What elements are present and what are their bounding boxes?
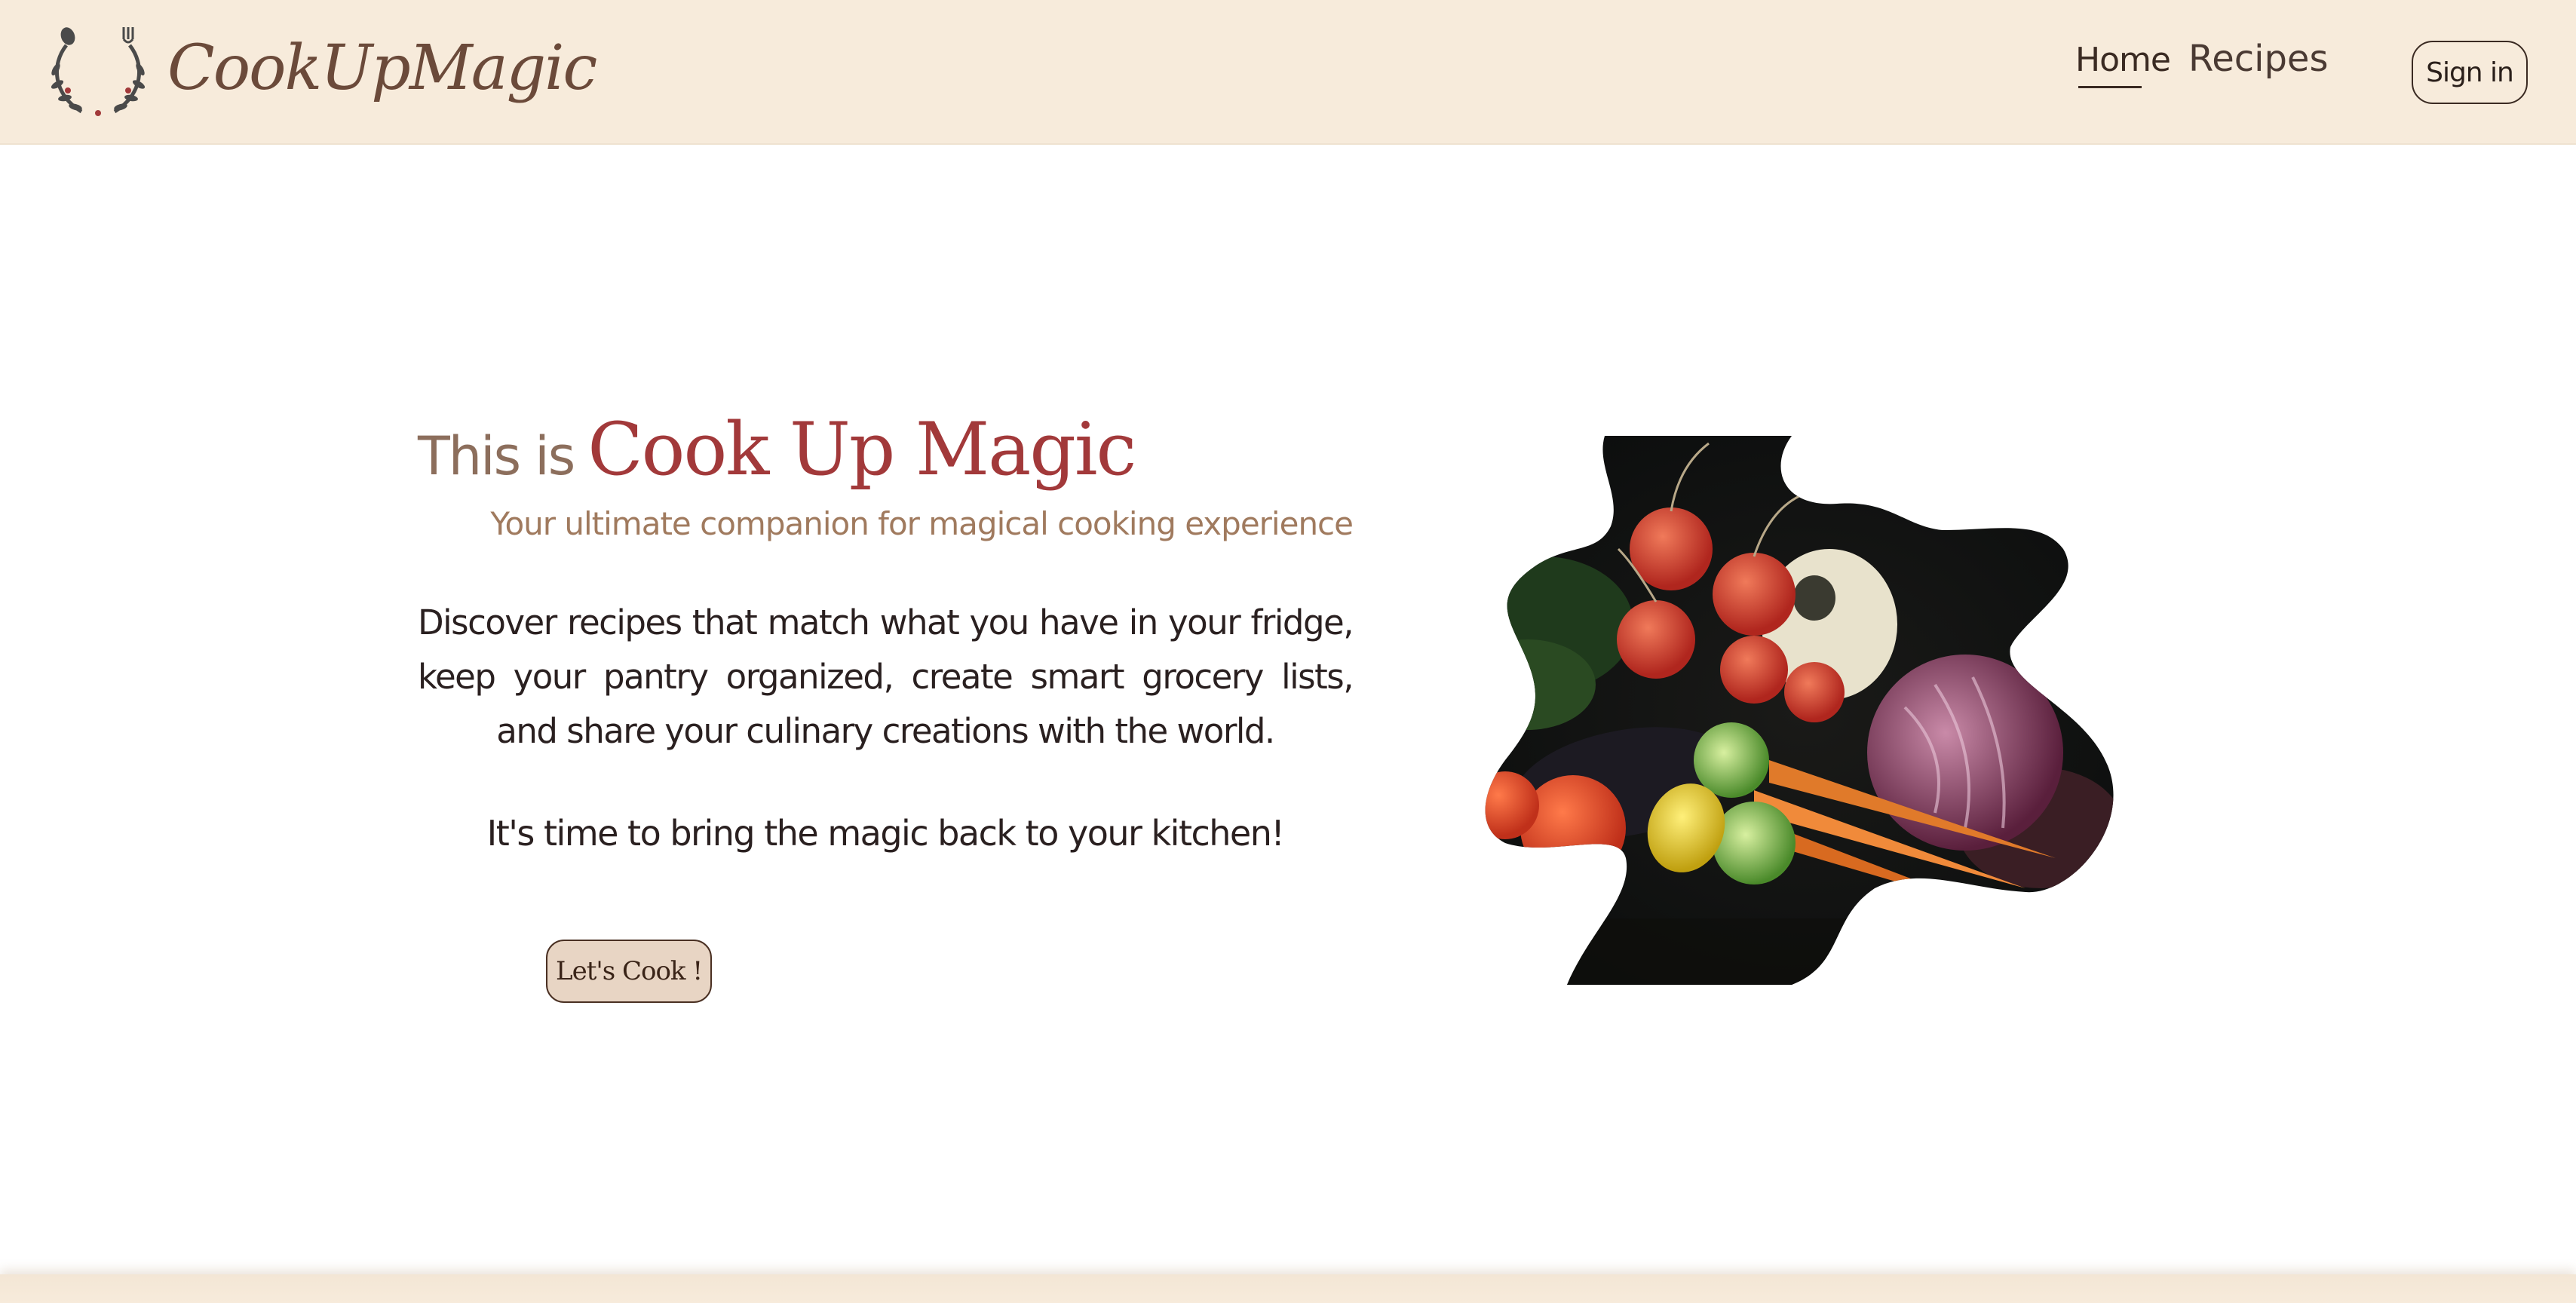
hero-title-brand: Cook Up Magic — [587, 407, 1136, 492]
brand-name[interactable]: CookUpMagic — [167, 20, 597, 118]
nav-recipes-link[interactable]: Recipes — [2188, 30, 2328, 90]
lets-cook-button[interactable]: Let's Cook ! — [546, 940, 712, 1003]
sign-in-button[interactable]: Sign in — [2412, 41, 2528, 104]
nav-home-link[interactable]: Home — [2075, 30, 2171, 90]
hero-title-prefix: This is — [418, 425, 575, 487]
footer-strip — [0, 1274, 2576, 1303]
top-navbar: CookUpMagic Home Recipes Sign in — [0, 0, 2576, 145]
hero-description: Discover recipes that match what you hav… — [418, 602, 1354, 751]
logo-icon[interactable] — [45, 23, 151, 121]
hero-tagline: It's time to bring the magic back to you… — [486, 813, 1285, 854]
nav-active-underline — [2078, 86, 2142, 88]
hero-title: This is Cook Up Magic — [418, 407, 1353, 498]
hero-subtitle: Your ultimate companion for magical cook… — [490, 505, 1354, 542]
vegetables-image — [1485, 436, 2114, 985]
